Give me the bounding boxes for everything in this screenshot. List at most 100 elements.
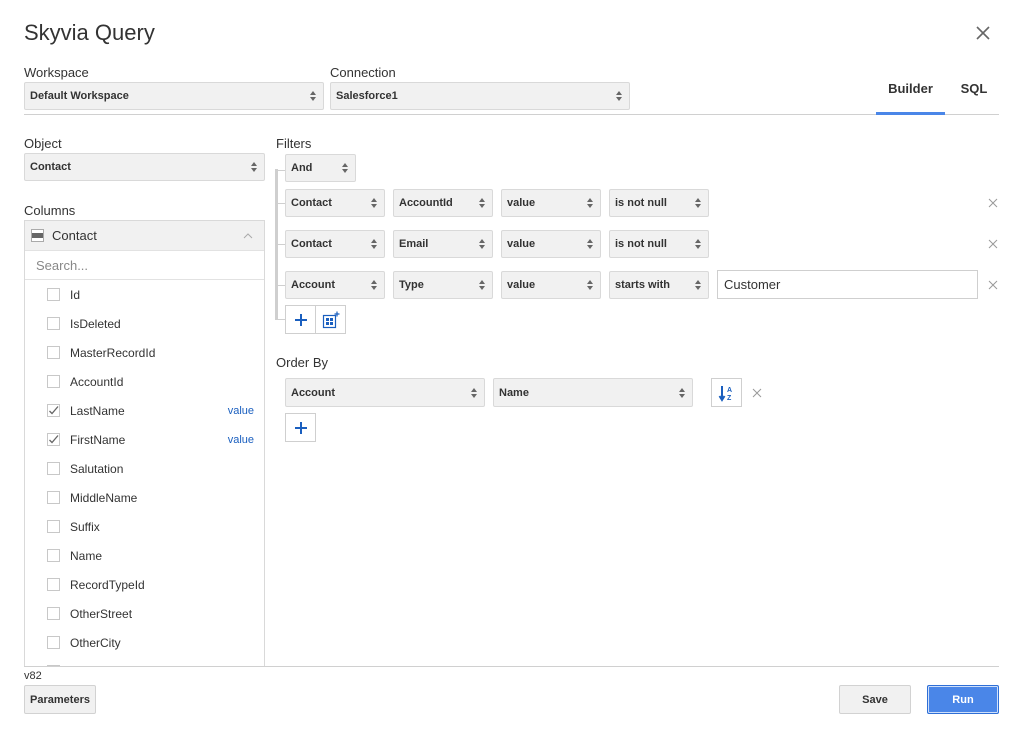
collapse-all-icon[interactable] [31,229,44,242]
filter-kind-select[interactable]: value [501,189,601,217]
filter-kind-value: value [507,279,536,291]
column-item[interactable]: Name [25,541,264,570]
column-name: IsDeleted [70,316,121,331]
filter-field-value: Email [399,238,429,250]
svg-text:Z: Z [727,395,732,402]
filter-tree-branch [278,203,285,204]
filter-tree-branch [278,244,285,245]
filter-kind-select[interactable]: value [501,230,601,258]
column-checkbox[interactable] [47,346,60,359]
sort-arrows-icon [688,190,708,216]
remove-filter-icon[interactable] [987,238,999,250]
column-checkbox[interactable] [47,433,60,446]
column-checkbox[interactable] [47,636,60,649]
column-item[interactable]: RecordTypeId [25,570,264,599]
remove-filter-icon[interactable] [987,279,999,291]
add-order-button[interactable] [285,413,316,442]
remove-order-icon[interactable] [751,387,763,399]
column-name: RecordTypeId [70,577,145,592]
chevron-up-icon[interactable] [243,232,253,239]
column-checkbox[interactable] [47,288,60,301]
column-item[interactable] [25,657,264,666]
filter-object-select[interactable]: Account [285,271,385,299]
column-item[interactable]: OtherCity [25,628,264,657]
column-item[interactable]: MiddleName [25,483,264,512]
order-object-select[interactable]: Account [285,378,485,407]
sort-arrows-icon [672,379,692,406]
column-item[interactable]: LastName value [25,396,264,425]
column-checkbox[interactable] [47,578,60,591]
add-group-icon [322,311,339,328]
order-field-value: Name [499,386,529,399]
filter-operator-select[interactable]: is not null [609,230,709,258]
column-item[interactable]: Suffix [25,512,264,541]
filter-field-value: Type [399,279,424,291]
filter-operator-select[interactable]: starts with [609,271,709,299]
filter-kind-value: value [507,197,536,209]
tab-sql[interactable]: SQL [952,81,996,96]
sort-arrows-icon [364,190,384,216]
remove-filter-icon[interactable] [987,197,999,209]
column-name: AccountId [70,374,124,389]
sort-direction-button[interactable]: A Z [711,378,742,407]
order-field-select[interactable]: Name [493,378,693,407]
filter-tree-branch [278,170,285,171]
active-tab-indicator [876,112,945,115]
close-icon[interactable] [972,22,994,44]
svg-text:A: A [727,387,732,394]
object-select[interactable]: Contact [24,153,265,181]
filter-operator-value: is not null [615,197,667,209]
columns-group-header[interactable]: Contact [25,221,264,251]
column-name: Suffix [70,519,100,534]
add-filter-button[interactable] [285,305,316,334]
filters-label: Filters [276,136,312,151]
filter-value-input[interactable]: Customer [717,270,978,299]
column-checkbox[interactable] [47,404,60,417]
tab-builder[interactable]: Builder [876,81,945,96]
column-item[interactable]: MasterRecordId [25,338,264,367]
add-filter-group-button[interactable] [315,305,346,334]
column-value-link[interactable]: value [228,405,254,417]
run-button[interactable]: Run [927,685,999,714]
filter-object-select[interactable]: Contact [285,189,385,217]
filter-field-select[interactable]: Email [393,230,493,258]
column-item[interactable]: Salutation [25,454,264,483]
column-name: Name [70,548,103,563]
columns-search-input[interactable]: Search... [25,251,264,280]
filter-operator-select[interactable]: is not null [609,189,709,217]
save-button[interactable]: Save [839,685,911,714]
column-checkbox[interactable] [47,549,60,562]
order-object-value: Account [291,386,335,399]
filter-object-select[interactable]: Contact [285,230,385,258]
filter-field-value: AccountId [399,197,453,209]
column-item[interactable]: AccountId [25,367,264,396]
columns-panel: Contact Search... Id IsDeleted MasterRecor… [24,220,265,666]
column-value-link[interactable]: value [228,434,254,446]
column-checkbox[interactable] [47,375,60,388]
sort-arrows-icon [303,83,323,109]
sort-arrows-icon [580,190,600,216]
filter-field-select[interactable]: AccountId [393,189,493,217]
filter-logic-select[interactable]: And [285,154,356,182]
column-checkbox[interactable] [47,491,60,504]
column-checkbox[interactable] [47,462,60,475]
column-item[interactable]: Id [25,280,264,309]
filter-field-select[interactable]: Type [393,271,493,299]
columns-group-name: Contact [52,228,97,243]
column-item[interactable]: OtherStreet [25,599,264,628]
column-name: Salutation [70,461,124,476]
sort-arrows-icon [472,190,492,216]
column-item[interactable]: FirstName value [25,425,264,454]
filter-object-value: Contact [291,197,332,209]
column-item[interactable]: IsDeleted [25,309,264,338]
workspace-select[interactable]: Default Workspace [24,82,324,110]
footer-divider [24,666,999,667]
column-checkbox[interactable] [47,317,60,330]
parameters-button[interactable]: Parameters [24,685,96,714]
column-checkbox[interactable] [47,607,60,620]
column-checkbox[interactable] [47,520,60,533]
connection-select[interactable]: Salesforce1 [330,82,630,110]
column-name: Id [70,287,81,302]
filter-kind-select[interactable]: value [501,271,601,299]
plus-icon [294,313,307,326]
